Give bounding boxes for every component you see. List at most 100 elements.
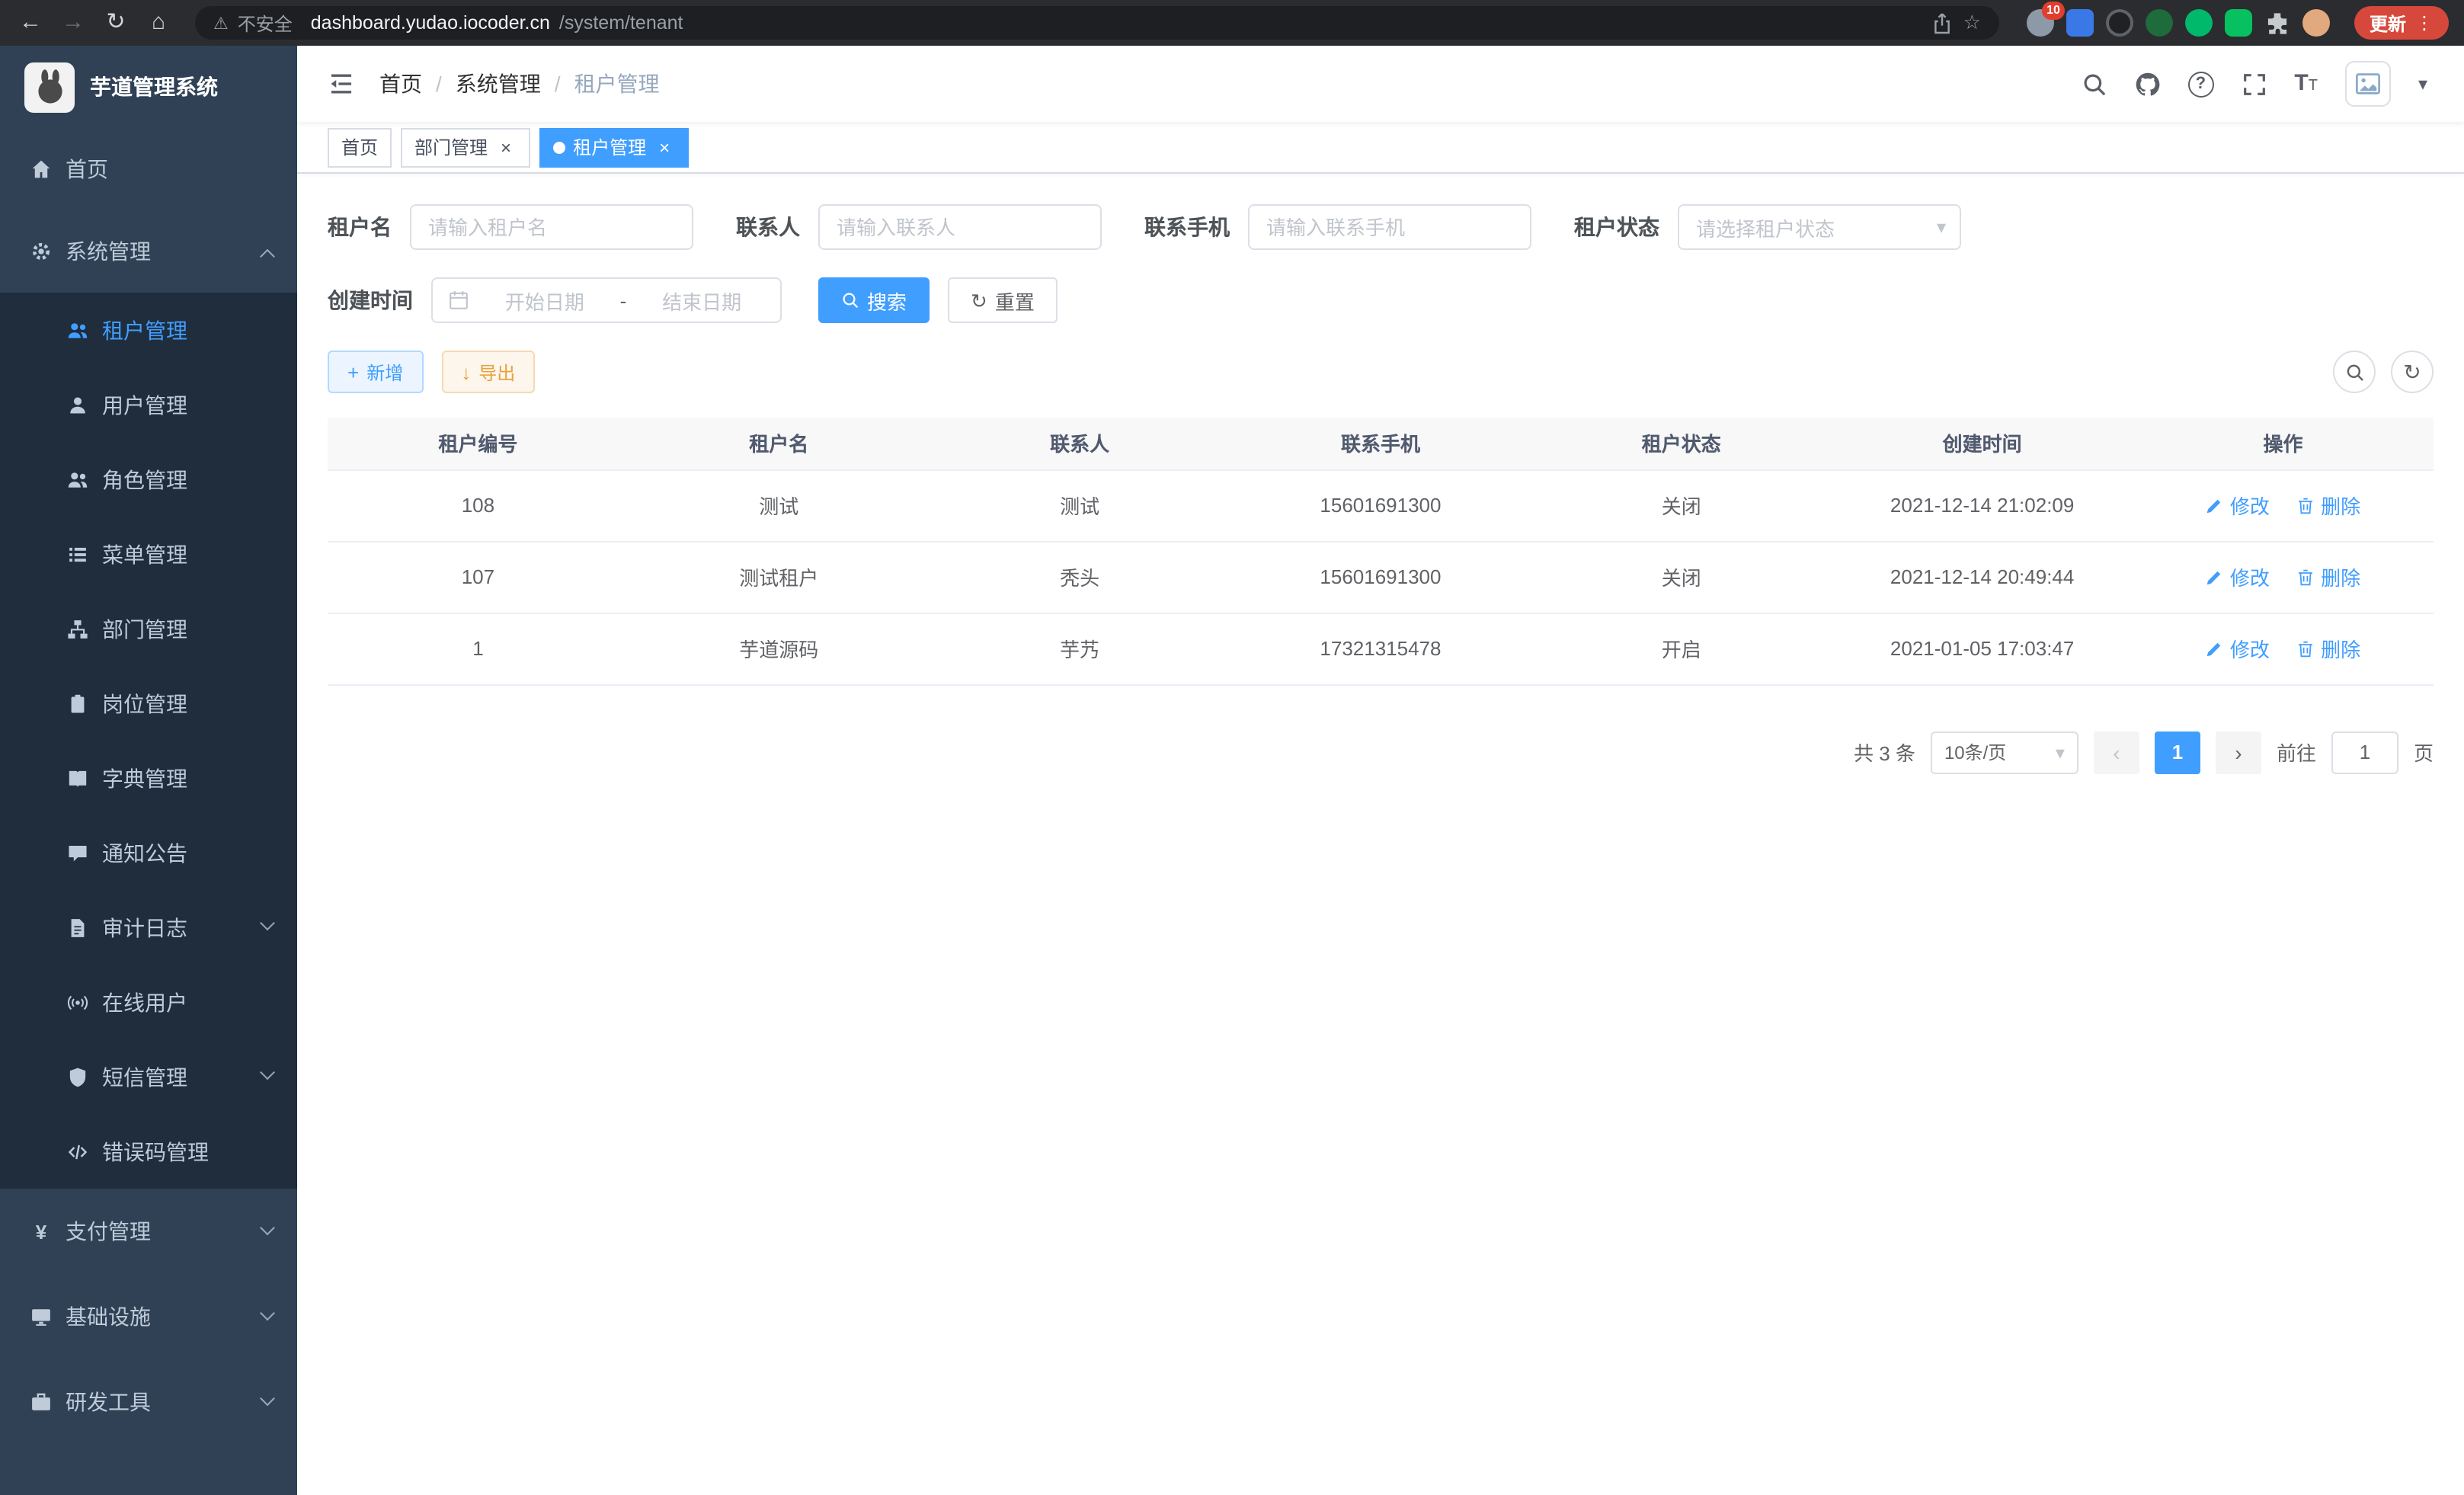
tab-tenant-management[interactable]: 租户管理 ×: [539, 127, 689, 167]
sidebar-item-user-management[interactable]: 用户管理: [0, 367, 297, 442]
sidebar-item-online-users[interactable]: 在线用户: [0, 965, 297, 1039]
edit-link[interactable]: 修改: [2206, 562, 2270, 591]
date-end-placeholder: 结束日期: [638, 286, 765, 315]
navbar-actions: ? TT ▾: [2081, 61, 2427, 107]
search-button[interactable]: 搜索: [818, 277, 930, 323]
close-icon[interactable]: ×: [654, 136, 675, 158]
next-page-button[interactable]: ›: [2216, 731, 2261, 773]
header-search-icon[interactable]: [2081, 71, 2107, 97]
tenant-name-input[interactable]: [410, 204, 693, 250]
sidebar-item-dept-management[interactable]: 部门管理: [0, 591, 297, 666]
list-icon: [67, 543, 88, 565]
cell-actions: 修改 删除: [2133, 541, 2434, 613]
sidebar-item-post-management[interactable]: 岗位管理: [0, 666, 297, 741]
close-icon[interactable]: ×: [495, 136, 517, 158]
prev-page-button[interactable]: ‹: [2094, 731, 2139, 773]
caret-down-icon[interactable]: ▾: [2418, 73, 2427, 94]
users-icon: [67, 469, 88, 490]
address-bar[interactable]: ⚠ 不安全 dashboard.yudao.iocoder.cn/system/…: [195, 6, 1999, 40]
extension-icon[interactable]: [2225, 9, 2252, 37]
refresh-button[interactable]: ↻: [2391, 351, 2434, 393]
column-header: 租户编号: [328, 418, 629, 469]
sidebar-item-label: 系统管理: [66, 236, 151, 267]
page-unit-label: 页: [2414, 738, 2434, 767]
page-button-1[interactable]: 1: [2155, 731, 2200, 773]
sidebar-item-audit-log[interactable]: 审计日志: [0, 890, 297, 965]
edit-link[interactable]: 修改: [2206, 634, 2270, 663]
sidebar-item-label: 部门管理: [102, 613, 187, 644]
column-header: 创建时间: [1832, 418, 2133, 469]
sidebar-item-notice[interactable]: 通知公告: [0, 815, 297, 890]
user-avatar[interactable]: [2345, 61, 2391, 107]
extension-icon[interactable]: [2106, 9, 2133, 37]
github-icon[interactable]: [2134, 71, 2160, 97]
goto-page-input[interactable]: [2331, 731, 2398, 773]
sidebar-item-tenant-management[interactable]: 租户管理: [0, 293, 297, 367]
create-time-range-picker[interactable]: 开始日期 - 结束日期: [431, 277, 782, 323]
tab-home[interactable]: 首页: [328, 127, 392, 167]
calendar-icon: [448, 290, 469, 311]
extensions-puzzle-icon[interactable]: [2264, 10, 2290, 36]
back-icon[interactable]: ←: [15, 0, 46, 46]
sidebar-item-role-management[interactable]: 角色管理: [0, 442, 297, 517]
sidebar-item-label: 错误码管理: [102, 1136, 209, 1167]
cell-actions: 修改 删除: [2133, 613, 2434, 684]
browser-menu-icon[interactable]: ⋮: [2415, 12, 2434, 34]
document-icon: [67, 917, 88, 938]
top-navbar: 首页 / 系统管理 / 租户管理 ? TT ▾: [297, 46, 2464, 122]
cell-tenant-name: 测试租户: [629, 541, 930, 613]
tab-label: 租户管理: [573, 134, 646, 160]
sidebar-item-dict-management[interactable]: 字典管理: [0, 741, 297, 815]
sidebar-toggle-icon[interactable]: [328, 70, 355, 98]
extension-icon[interactable]: [2146, 9, 2173, 37]
edit-link[interactable]: 修改: [2206, 491, 2270, 520]
sidebar-item-dev-tools[interactable]: 研发工具: [0, 1359, 297, 1445]
delete-link[interactable]: 删除: [2296, 562, 2360, 591]
content-area: 租户名 联系人 联系手机 租户状态 请选择租户状态: [297, 174, 2464, 1495]
extension-icon[interactable]: [2066, 9, 2094, 37]
phone-input[interactable]: [1248, 204, 1531, 250]
sidebar-item-system-management[interactable]: 系统管理: [0, 210, 297, 293]
share-icon[interactable]: [1931, 11, 1954, 34]
update-button[interactable]: 更新 ⋮: [2354, 6, 2449, 40]
page-size-select[interactable]: 10条/页 ▾: [1931, 731, 2078, 773]
sidebar-item-home[interactable]: 首页: [0, 128, 297, 210]
reload-icon[interactable]: ↻: [101, 0, 131, 46]
home-icon[interactable]: ⌂: [143, 0, 174, 46]
breadcrumb-system[interactable]: 系统管理: [456, 69, 541, 99]
contact-input[interactable]: [818, 204, 1102, 250]
pagination: 共 3 条 10条/页 ▾ ‹ 1 › 前往 页: [328, 731, 2434, 773]
date-start-placeholder: 开始日期: [482, 286, 608, 315]
add-button[interactable]: + 新增: [328, 351, 423, 393]
cell-status: 关闭: [1531, 469, 1832, 541]
fullscreen-icon[interactable]: [2241, 71, 2267, 97]
sidebar-item-infrastructure[interactable]: 基础设施: [0, 1274, 297, 1359]
breadcrumb-home[interactable]: 首页: [379, 69, 422, 99]
cell-created: 2021-12-14 21:02:09: [1832, 469, 2133, 541]
font-size-icon[interactable]: TT: [2294, 73, 2318, 94]
extension-icon[interactable]: 10: [2027, 9, 2054, 37]
extension-icon[interactable]: [2185, 9, 2213, 37]
sidebar-item-menu-management[interactable]: 菜单管理: [0, 517, 297, 591]
browser-profile-avatar[interactable]: [2302, 9, 2330, 37]
sidebar-item-error-code[interactable]: 错误码管理: [0, 1114, 297, 1189]
tenant-status-select[interactable]: 请选择租户状态 ▾: [1678, 204, 1961, 250]
toggle-search-button[interactable]: [2333, 351, 2376, 393]
app-logo[interactable]: 芋道管理系统: [0, 46, 297, 128]
sidebar-item-pay-management[interactable]: ¥ 支付管理: [0, 1189, 297, 1274]
total-count: 共 3 条: [1854, 738, 1915, 767]
help-icon[interactable]: ?: [2187, 71, 2213, 97]
forward-icon[interactable]: →: [58, 0, 88, 46]
reset-button[interactable]: ↻ 重置: [948, 277, 1058, 323]
pencil-icon: [2206, 568, 2224, 586]
delete-link[interactable]: 删除: [2296, 491, 2360, 520]
delete-link[interactable]: 删除: [2296, 634, 2360, 663]
export-button[interactable]: ↓ 导出: [441, 351, 535, 393]
browser-toolbar: ← → ↻ ⌂ ⚠ 不安全 dashboard.yudao.iocoder.cn…: [0, 0, 2464, 46]
sidebar-item-label: 短信管理: [102, 1061, 187, 1092]
bookmark-star-icon[interactable]: ☆: [1963, 6, 1981, 40]
sidebar-item-sms-management[interactable]: 短信管理: [0, 1039, 297, 1114]
table-toolbar: + 新增 ↓ 导出 ↻: [328, 351, 2434, 393]
chevron-down-icon: [260, 1390, 275, 1405]
tab-dept-management[interactable]: 部门管理 ×: [401, 127, 530, 167]
